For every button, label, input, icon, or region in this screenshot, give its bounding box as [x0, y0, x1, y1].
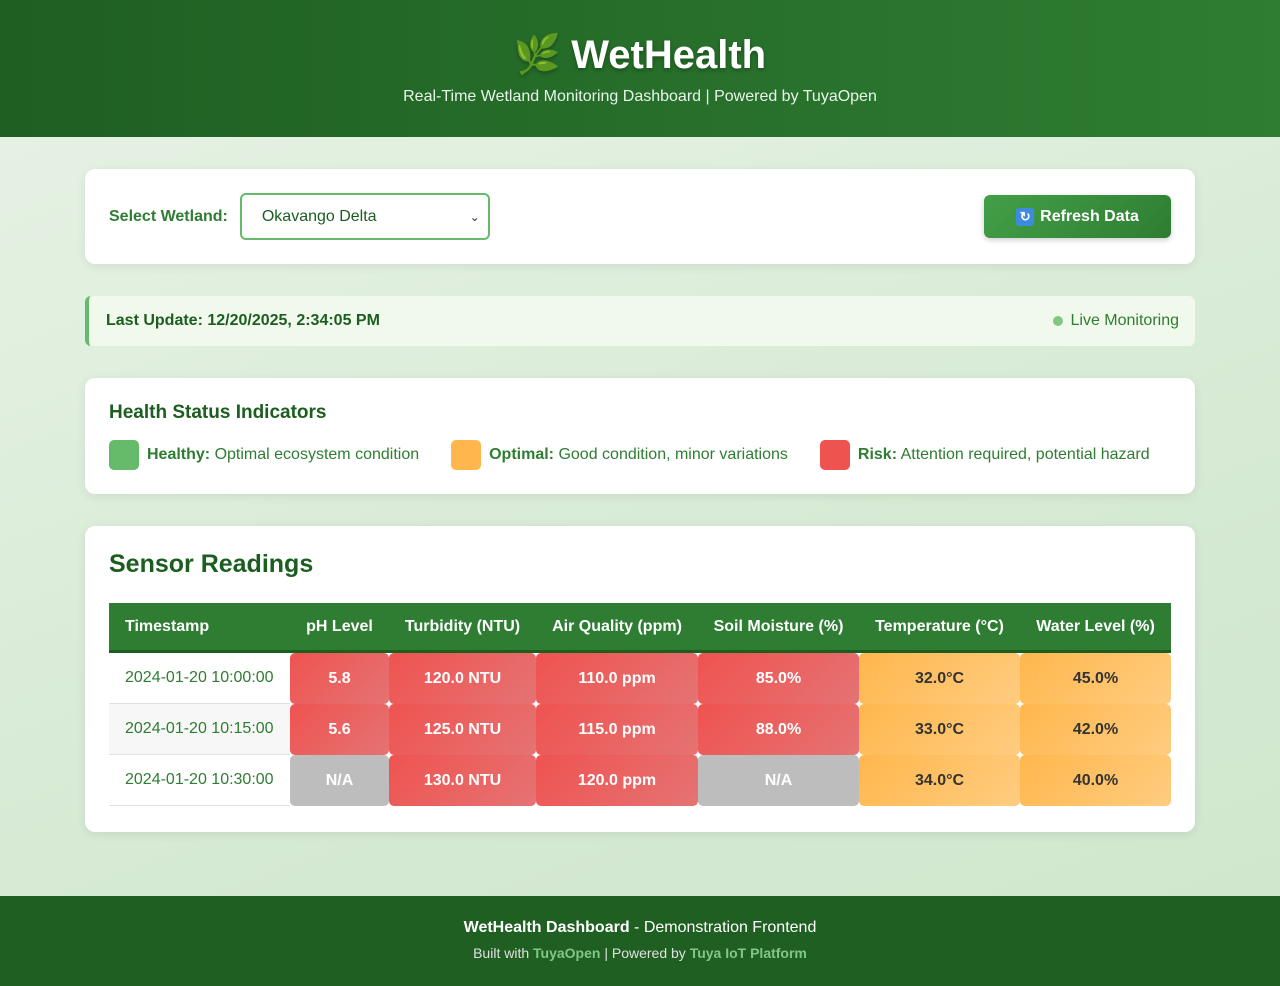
table-row: 2024-01-20 10:30:00 N/A 130.0 NTU 120.0 ppm… — [109, 755, 1171, 806]
tuyaopen-link[interactable]: TuyaOpen — [533, 945, 600, 961]
table-row: 2024-01-20 10:00:00 5.8 120.0 NTU 110.0 ppm… — [109, 653, 1171, 704]
live-monitoring-label: Live Monitoring — [1070, 312, 1180, 329]
refresh-data-button[interactable]: ↻ Refresh Data — [984, 195, 1171, 238]
reading-cell: 120.0 ppm — [536, 755, 698, 806]
legend-item-risk: Risk: Attention required, potential haza… — [819, 440, 1150, 470]
health-legend-card: Health Status Indicators Healthy: Optima… — [85, 378, 1195, 494]
column-header: Timestamp — [109, 603, 290, 653]
footer-brand: WetHealth Dashboard — [463, 919, 630, 936]
legend-title: Health Status Indicators — [109, 402, 327, 423]
app-title: 🌿 WetHealth — [514, 30, 766, 80]
sensor-table: Timestamp pH Level Turbidity (NTU) Air Q… — [109, 603, 1171, 806]
leaf-icon: 🌿 — [513, 34, 562, 76]
optimal-swatch — [451, 440, 482, 470]
reading-cell: 88.0% — [698, 704, 859, 755]
last-update: Last Update: 12/20/2025, 2:34:05 PM — [106, 312, 380, 329]
legend-desc: Attention required, potential hazard — [900, 446, 1150, 463]
wetland-select-label: Select Wetland: — [109, 207, 228, 225]
column-header: Turbidity (NTU) — [389, 603, 536, 653]
timestamp-cell: 2024-01-20 10:00:00 — [109, 653, 290, 704]
live-dot-icon — [1052, 316, 1063, 326]
legend-name: Risk: — [857, 446, 898, 463]
reading-cell: 34.0°C — [859, 755, 1020, 806]
column-header: Soil Moisture (%) — [698, 603, 859, 653]
footer-line2: Built with TuyaOpen | Powered by Tuya Io… — [0, 945, 1280, 961]
reading-cell: 5.6 — [290, 704, 389, 755]
reading-cell: 130.0 NTU — [389, 755, 536, 806]
app-header: 🌿 WetHealth Real-Time Wetland Monitoring… — [0, 0, 1280, 137]
reading-cell: N/A — [698, 755, 859, 806]
legend-name: Optimal: — [489, 446, 554, 463]
column-header: Water Level (%) — [1020, 603, 1171, 653]
legend-row: Healthy: Optimal ecosystem condition Opt… — [109, 440, 1171, 470]
footer-built-with: Built with — [473, 945, 534, 961]
reading-cell: 45.0% — [1020, 653, 1171, 704]
wetland-selector: Select Wetland: Okavango Delta ⌄ — [109, 193, 490, 240]
risk-swatch — [819, 440, 850, 470]
app-title-text: WetHealth — [571, 33, 767, 77]
footer-separator: | Powered by — [600, 945, 690, 961]
footer-tagline: - Demonstration Frontend — [629, 919, 817, 936]
timestamp-cell: 2024-01-20 10:30:00 — [109, 755, 290, 806]
reading-cell: 110.0 ppm — [536, 653, 698, 704]
table-header-row: Timestamp pH Level Turbidity (NTU) Air Q… — [109, 603, 1171, 653]
reading-cell: 32.0°C — [859, 653, 1020, 704]
column-header: Air Quality (ppm) — [536, 603, 698, 653]
column-header: pH Level — [290, 603, 389, 653]
table-row: 2024-01-20 10:15:00 5.6 125.0 NTU 115.0 ppm… — [109, 704, 1171, 755]
healthy-swatch — [109, 440, 139, 470]
live-monitoring-indicator: Live Monitoring — [1052, 312, 1180, 330]
column-header: Temperature (°C) — [859, 603, 1020, 653]
reading-cell: 40.0% — [1020, 755, 1171, 806]
wetland-select[interactable]: Okavango Delta ⌄ — [239, 193, 490, 240]
reading-cell: 120.0 NTU — [389, 653, 536, 704]
legend-name: Healthy: — [147, 446, 211, 463]
tuya-iot-platform-link[interactable]: Tuya IoT Platform — [690, 945, 807, 961]
app-subtitle: Real-Time Wetland Monitoring Dashboard |… — [403, 88, 877, 105]
legend-item-healthy: Healthy: Optimal ecosystem condition — [109, 440, 419, 470]
refresh-icon: ↻ — [1016, 207, 1035, 226]
reading-cell: 33.0°C — [859, 704, 1020, 755]
footer-line1: WetHealth Dashboard - Demonstration Fron… — [0, 919, 1280, 937]
reading-cell: N/A — [290, 755, 389, 806]
legend-item-optimal: Optimal: Good condition, minor variation… — [451, 440, 788, 470]
legend-desc: Optimal ecosystem condition — [214, 446, 420, 463]
refresh-data-label: Refresh Data — [1040, 207, 1139, 225]
status-bar: Last Update: 12/20/2025, 2:34:05 PM Live… — [85, 296, 1195, 346]
wetland-select-value: Okavango Delta — [261, 207, 377, 225]
sensor-readings-card: Sensor Readings Timestamp pH Level Turbi… — [85, 526, 1195, 832]
reading-cell: 42.0% — [1020, 704, 1171, 755]
app-footer: WetHealth Dashboard - Demonstration Fron… — [0, 896, 1280, 986]
reading-cell: 5.8 — [290, 653, 389, 704]
reading-cell: 125.0 NTU — [389, 704, 536, 755]
reading-cell: 85.0% — [698, 653, 859, 704]
chevron-down-icon: ⌄ — [469, 209, 480, 224]
sensor-readings-title: Sensor Readings — [109, 550, 314, 578]
wetland-selector-card: Select Wetland: Okavango Delta ⌄ ↻ Refre… — [85, 169, 1195, 264]
reading-cell: 115.0 ppm — [536, 704, 698, 755]
timestamp-cell: 2024-01-20 10:15:00 — [109, 704, 290, 755]
legend-desc: Good condition, minor variations — [558, 446, 788, 463]
